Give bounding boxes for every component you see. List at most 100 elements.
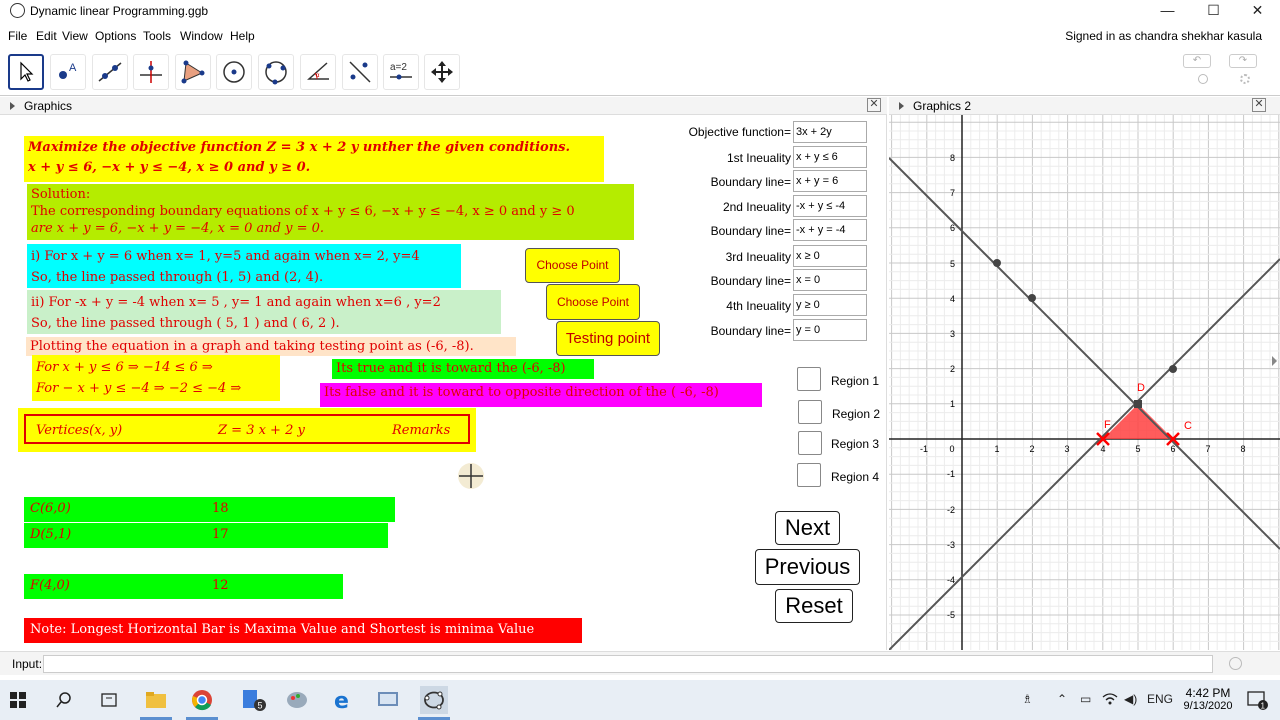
choose-point-button-2[interactable]: Choose Point [546,284,640,320]
undo-button[interactable]: ↶ [1183,54,1211,68]
field-boundary4-input[interactable]: y = 0 [793,319,867,341]
reset-button[interactable]: Reset [775,589,853,623]
app-group-icon[interactable]: 5 [240,686,268,714]
field-ineq3-input[interactable]: x ≥ 0 [793,245,867,267]
speaker-icon[interactable]: ◀) [1124,692,1137,706]
search-icon[interactable] [50,686,78,714]
menu-edit[interactable]: Edit [36,29,57,43]
coordinate-plane[interactable]: -1 0 1 2 3 4 5 6 7 8 8 7 6 5 4 3 2 1 -1 … [889,115,1280,650]
field-ineq2-input[interactable]: -x + y ≤ -4 [793,195,867,217]
clock[interactable]: 4:42 PM 9/13/2020 [1180,686,1236,712]
menu-tools[interactable]: Tools [143,29,171,43]
previous-button[interactable]: Previous [755,549,860,585]
solution-line-2: The corresponding boundary equations of … [31,204,575,219]
maximize-button[interactable]: ☐ [1191,0,1236,22]
chevron-up-icon[interactable]: ⌃ [1057,692,1067,706]
y-tick-label: -3 [947,540,955,550]
testing-point-button[interactable]: Testing point [556,321,660,356]
field-objective-input[interactable]: 3x + 2y [793,121,867,143]
header-remarks: Remarks [392,423,451,438]
circle-three-points-tool-button[interactable] [258,54,294,90]
field-label-boundary4: Boundary line= [710,324,791,338]
vertex-d-marker[interactable] [1134,400,1142,408]
boundary-line-neg-x-plus-y-neg4[interactable] [889,258,1280,650]
redo-button[interactable]: ↷ [1229,54,1257,68]
paint-app-icon[interactable] [283,686,311,714]
collapse-triangle-icon[interactable] [10,102,15,110]
point-6-2[interactable] [1169,365,1177,373]
screen-app-icon[interactable] [374,686,402,714]
x-tick-label: 4 [1100,444,1105,454]
input-help-icon[interactable] [1229,657,1242,670]
region-1-checkbox[interactable] [797,367,821,391]
step2-line-1: ii) For -x + y = -4 when x= 5 , y= 1 and… [31,295,441,310]
angle-tool-button[interactable]: α [300,54,336,90]
boundary-line-x-plus-y-6[interactable] [889,157,1280,550]
slider-tool-button[interactable]: a=2 [383,54,419,90]
x-tick-label: 5 [1135,444,1140,454]
menu-options[interactable]: Options [95,29,136,43]
close-graphics-panel-button[interactable]: ✕ [867,98,881,112]
close-graphics2-panel-button[interactable]: ✕ [1252,98,1266,112]
help-icon[interactable] [1198,74,1208,84]
move-tool-button[interactable] [8,54,44,90]
y-tick-label: 2 [950,364,955,374]
region-4-checkbox[interactable] [797,463,821,487]
choose-point-button-1[interactable]: Choose Point [525,248,620,283]
task-view-icon[interactable] [95,686,123,714]
minimize-button[interactable]: — [1145,0,1190,22]
y-tick-label: -2 [947,505,955,515]
field-ineq1-input[interactable]: x + y ≤ 6 [793,146,867,168]
menu-view[interactable]: View [62,29,88,43]
graphics2-panel-header: Graphics 2 ✕ [889,97,1280,115]
point-2-4[interactable] [1028,294,1036,302]
line-icon [98,62,122,82]
graphics2-view[interactable]: -1 0 1 2 3 4 5 6 7 8 8 7 6 5 4 3 2 1 -1 … [889,115,1280,650]
point-1-5[interactable] [993,259,1001,267]
menu-window[interactable]: Window [180,29,223,43]
signed-in-status[interactable]: Signed in as chandra shekhar kasula [1065,29,1262,43]
chrome-icon[interactable] [188,686,216,714]
windows-start-icon[interactable] [4,686,32,714]
reflect-tool-button[interactable] [342,54,378,90]
menu-file[interactable]: File [8,29,27,43]
step2-box: ii) For -x + y = -4 when x= 5 , y= 1 and… [27,290,501,334]
perpendicular-line-icon [140,61,162,83]
field-boundary1-input[interactable]: x + y = 6 [793,170,867,192]
close-window-button[interactable]: ✕ [1235,0,1280,22]
people-icon[interactable]: ♗ [1022,692,1033,706]
algebra-input-field[interactable] [43,655,1213,673]
settings-gear-icon[interactable] [1240,74,1250,84]
system-tray-icon[interactable]: ▭ [1080,692,1091,706]
circle-tool-button[interactable] [216,54,252,90]
field-boundary3-input[interactable]: x = 0 [793,269,867,291]
language-indicator[interactable]: ENG [1147,692,1173,706]
point-tool-button[interactable]: A [50,54,86,90]
perpendicular-line-tool-button[interactable] [133,54,169,90]
y-tick-label: -1 [947,469,955,479]
edge-icon[interactable]: e [328,686,356,714]
y-tick-label: -5 [947,610,955,620]
graphics-view[interactable]: Maximize the objective function Z = 3 x … [0,115,887,650]
collapse-triangle-icon[interactable] [899,102,904,110]
polygon-tool-button[interactable] [175,54,211,90]
angle-icon: α [307,62,329,80]
menu-help[interactable]: Help [230,29,255,43]
move-graphics-view-tool-button[interactable] [424,54,460,90]
geogebra-taskbar-icon[interactable] [420,686,448,714]
region-3-checkbox[interactable] [798,431,822,455]
x-tick-label: 8 [1240,444,1245,454]
side-panel-toggle-icon[interactable] [1272,356,1277,366]
file-explorer-icon[interactable] [142,686,170,714]
wifi-icon[interactable] [1102,692,1118,709]
next-button[interactable]: Next [775,511,840,545]
field-boundary2-input[interactable]: -x + y = -4 [793,219,867,241]
notification-icon[interactable]: 1 [1247,690,1269,713]
input-bar: Input: [0,651,1280,675]
vertex-d-z: 17 [212,527,229,542]
region-2-checkbox[interactable] [798,400,822,424]
field-ineq4-input[interactable]: y ≥ 0 [793,294,867,316]
region-4-label: Region 4 [831,470,880,484]
field-label-ineq3: 3rd Ineuality [725,250,791,264]
line-tool-button[interactable] [92,54,128,90]
